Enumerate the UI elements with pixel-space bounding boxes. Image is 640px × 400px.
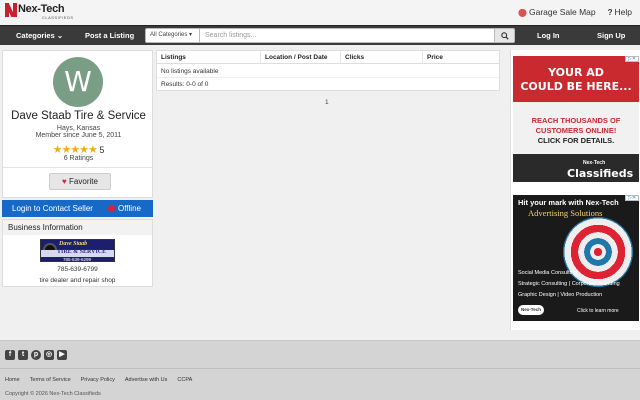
contact-seller-bar: Login to Contact Seller Offline — [2, 200, 153, 217]
table-header: Listings Location / Post Date Clicks Pri… — [157, 51, 499, 64]
ad-banner-advertising-solutions[interactable]: Hit your mark with Nex-Tech Advertising … — [513, 195, 639, 321]
favorite-label: Favorite — [69, 177, 98, 186]
favorite-button[interactable]: ♥ Favorite — [49, 173, 111, 190]
select-caret-icon: ▾ — [189, 32, 193, 38]
footer-link-terms[interactable]: Terms of Service — [30, 377, 71, 383]
ad2-headline: Hit your mark with Nex-Tech — [518, 198, 619, 207]
column-header-location[interactable]: Location / Post Date — [261, 51, 341, 64]
help-link[interactable]: ? Help — [608, 7, 632, 17]
footer-link-ccpa[interactable]: CCPA — [177, 377, 192, 383]
search-category-value: All Categories — [150, 32, 188, 38]
heart-icon: ♥ — [62, 177, 67, 186]
ad1-headline-1: YOUR AD — [548, 66, 604, 79]
copyright: Copyright © 2026 Nex-Tech Classifieds — [5, 391, 101, 397]
facebook-icon[interactable]: f — [5, 350, 15, 360]
seller-status: Offline — [108, 200, 141, 217]
offline-dot-icon — [108, 205, 115, 212]
rating-value: 5 — [99, 145, 105, 155]
ad-choices-icon[interactable]: ▷✕ — [625, 195, 639, 201]
instagram-icon[interactable]: ◎ — [44, 350, 54, 360]
categories-label: Categories — [16, 31, 55, 40]
footer-links-bar: Home Terms of Service Privacy Policy Adv… — [0, 368, 640, 400]
search-bar: All Categories ▾ Search listings... — [145, 28, 515, 43]
top-bar: Nex-Tech CLASSIFIEDS ⬤ Garage Sale Map ?… — [0, 0, 640, 25]
business-logo: Dave Staab TIRE & SERVICE 785-639-6299 — [40, 239, 115, 262]
signup-link[interactable]: Sign Up — [597, 26, 625, 45]
ad1-text-2: CUSTOMERS ONLINE! — [535, 126, 617, 135]
question-icon: ? — [607, 7, 613, 17]
ad2-subheadline: Advertising Solutions — [528, 208, 603, 218]
ad1-brand-top: Nex-Tech — [583, 160, 606, 166]
listings-table: Listings Location / Post Date Clicks Pri… — [156, 50, 500, 91]
search-input[interactable]: Search listings... — [200, 28, 495, 43]
ads-column: YOUR AD COULD BE HERE... REACH THOUSANDS… — [510, 50, 640, 330]
status-label: Offline — [118, 204, 141, 213]
business-information: Business Information Dave Staab TIRE & S… — [2, 219, 153, 287]
main-nav: Categories ⌄ Post a Listing All Categori… — [0, 25, 640, 45]
logo-name: Nex-Tech — [18, 3, 65, 15]
ad2-logo: Nex-Tech — [518, 305, 544, 315]
map-pin-icon: ⬤ — [518, 7, 527, 17]
seller-name: Dave Staab Tire & Service — [11, 110, 146, 122]
search-category-select[interactable]: All Categories ▾ — [145, 28, 200, 43]
ad2-service-2: Strategic Consulting | Corporate Brandin… — [518, 281, 620, 287]
ad-choices-icon[interactable]: ▷✕ — [625, 56, 639, 62]
column-header-price[interactable]: Price — [423, 51, 499, 64]
pinterest-icon[interactable]: p — [31, 350, 41, 360]
empty-message: No listings available — [157, 65, 499, 78]
pagination-page[interactable]: 1 — [325, 99, 329, 106]
ratings-count: 6 Ratings — [63, 155, 94, 162]
column-header-listings[interactable]: Listings — [157, 51, 261, 64]
member-since: Member since June 5, 2011 — [35, 132, 122, 139]
business-logo-phone: 785-639-6299 — [63, 257, 92, 262]
footer-link-advertise[interactable]: Advertise with Us — [125, 377, 168, 383]
ad1-brand: Classifieds — [567, 167, 634, 180]
seller-location: Hays, Kansas — [56, 125, 101, 132]
ad-banner-your-ad[interactable]: YOUR AD COULD BE HERE... REACH THOUSANDS… — [513, 56, 639, 182]
results-count: Results: 0-0 of 0 — [161, 81, 209, 88]
divider — [3, 167, 152, 168]
chevron-down-icon: ⌄ — [56, 31, 64, 40]
avatar: W — [53, 57, 103, 107]
site-logo[interactable]: Nex-Tech CLASSIFIEDS — [4, 3, 74, 20]
footer-link-home[interactable]: Home — [5, 377, 20, 383]
dartboard-icon — [563, 217, 633, 287]
business-phone: 785-639-6799 — [57, 266, 98, 273]
search-icon — [500, 31, 509, 40]
help-label: Help — [614, 7, 632, 17]
youtube-icon[interactable]: ▶ — [57, 350, 67, 360]
logo-mark-icon — [4, 3, 17, 17]
business-logo-line1: Dave Staab — [59, 241, 88, 247]
login-to-contact-button[interactable]: Login to Contact Seller — [12, 200, 93, 217]
logo-subtitle: CLASSIFIEDS — [42, 15, 74, 20]
ad2-learn-more: Click to learn more — [577, 308, 619, 314]
twitter-icon[interactable]: t — [18, 350, 28, 360]
business-logo-line2: TIRE & SERVICE — [57, 249, 107, 255]
post-listing-link[interactable]: Post a Listing — [85, 26, 134, 45]
ad1-text-3: CLICK FOR DETAILS. — [537, 136, 615, 145]
garage-sale-map-link[interactable]: ⬤ Garage Sale Map — [518, 7, 596, 17]
business-description: tire dealer and repair shop — [39, 277, 116, 284]
ad1-headline-2: COULD BE HERE... — [520, 80, 632, 93]
footer-link-privacy[interactable]: Privacy Policy — [81, 377, 115, 383]
business-info-title: Business Information — [3, 220, 152, 235]
ad2-service-3: Graphic Design | Video Production — [518, 292, 603, 298]
ad1-text-1: REACH THOUSANDS OF — [531, 116, 621, 125]
footer-social-bar: f t p ◎ ▶ — [0, 340, 640, 368]
garage-sale-map-label: Garage Sale Map — [529, 7, 596, 17]
search-button[interactable] — [495, 28, 515, 43]
seller-profile-card: W Dave Staab Tire & Service Hays, Kansas… — [2, 50, 153, 198]
login-link[interactable]: Log In — [537, 26, 560, 45]
column-header-clicks[interactable]: Clicks — [341, 51, 423, 64]
categories-menu[interactable]: Categories ⌄ — [16, 26, 63, 45]
ad2-service-1: Social Media Consulting — [518, 270, 578, 276]
